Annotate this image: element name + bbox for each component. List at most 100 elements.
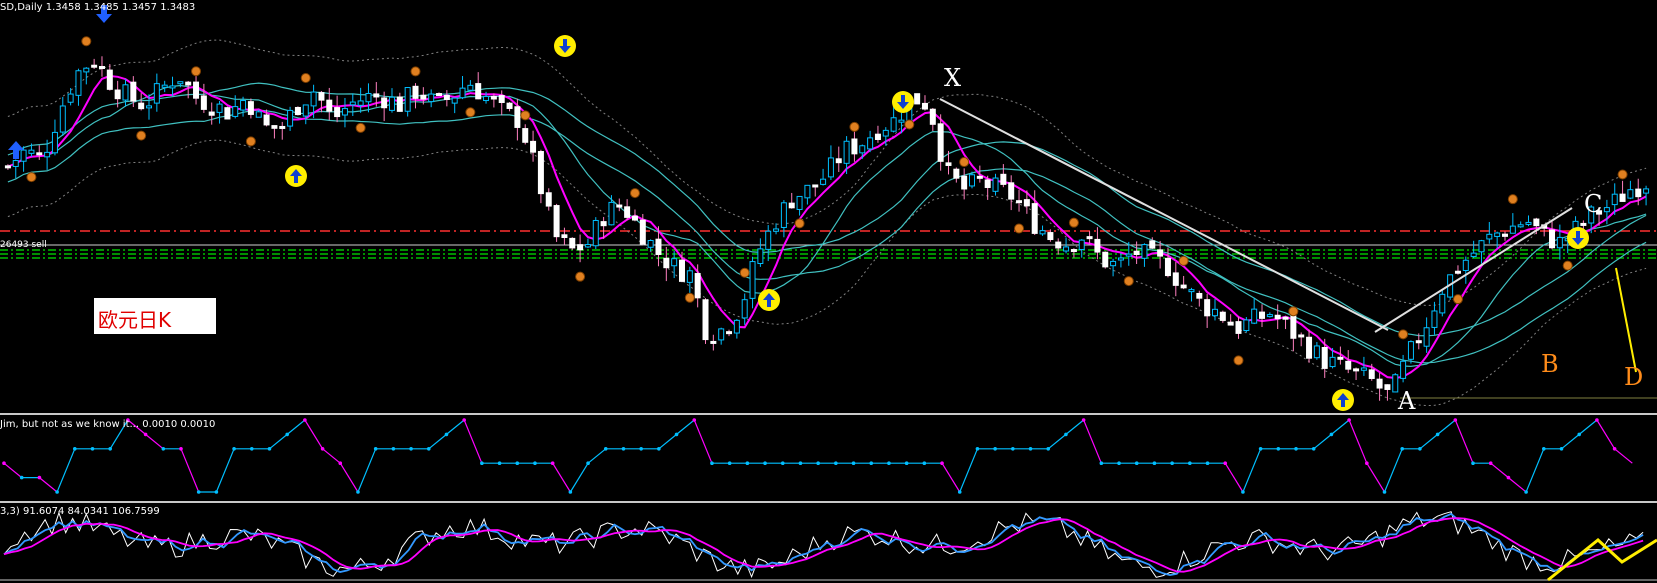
candle-body (1290, 315, 1297, 339)
candle-body (514, 106, 521, 128)
candle-body (1243, 319, 1250, 332)
indicator1-segment (180, 448, 200, 493)
pattern-line-ac (1374, 207, 1573, 333)
indicator1-dot (1205, 461, 1210, 466)
candle-body (545, 192, 552, 207)
candle-body (592, 219, 599, 247)
indicator1-segment (1454, 419, 1474, 464)
indicator1-segment (339, 462, 359, 493)
indicator1-dot (214, 490, 219, 494)
oscillator-main (3, 512, 1644, 577)
indicator1-segment (1065, 419, 1085, 435)
candle-body (459, 87, 466, 99)
candle-body (67, 93, 74, 103)
fractal-dot (904, 119, 915, 130)
indicator1-dot (745, 461, 750, 466)
indicator1-segment (1224, 462, 1244, 493)
candle-body (773, 228, 780, 232)
candle-body (1180, 284, 1187, 289)
indicator1-plot (2, 418, 1633, 494)
candlesticks (4, 56, 1650, 401)
indicator1-segment (1419, 433, 1438, 450)
candle-body (678, 259, 685, 282)
indicator1-dot (975, 447, 980, 451)
candle-body (1376, 378, 1383, 389)
indicator1-dot (780, 461, 785, 466)
chart-canvas (0, 5, 1657, 582)
indicator1-dot (1524, 490, 1528, 494)
envelope-bands (7, 39, 1647, 407)
candle-body (647, 240, 654, 248)
indicator1-dot (356, 490, 360, 494)
candle-body (1400, 360, 1407, 379)
candle-body (530, 140, 537, 153)
indicator1-segment (1561, 433, 1580, 450)
indicator1-dot (196, 490, 201, 494)
indicator1-segment (269, 433, 288, 450)
candle-body (1549, 229, 1556, 249)
indicator1-segment (1508, 477, 1527, 493)
candle-body (483, 95, 490, 102)
candle-body (1439, 293, 1446, 314)
title-box: 欧元日K (94, 298, 216, 334)
candle-body (827, 157, 834, 178)
candle-body (232, 106, 239, 117)
candle-body (153, 83, 160, 104)
candle-body (373, 93, 380, 98)
candle-body (208, 111, 215, 116)
indicator1-dot (816, 461, 820, 466)
indicator1-dot (161, 447, 166, 451)
candle-body (1643, 188, 1650, 194)
fractal-dot (245, 136, 256, 147)
indicator1-dot (1471, 461, 1475, 466)
candle-body (1259, 311, 1266, 319)
indicator1-segment (1614, 448, 1633, 464)
indicator1-segment (569, 462, 589, 493)
candle-body (663, 257, 670, 269)
fractal-dot (81, 36, 92, 47)
indicator1-dot (763, 461, 767, 466)
candle-body (577, 244, 584, 251)
candle-body (1360, 367, 1367, 371)
indicator1-dot (232, 447, 236, 451)
indicator1-dot (1612, 447, 1617, 451)
indicator1-dot (1099, 461, 1104, 466)
candle-body (130, 81, 137, 102)
candle-body (255, 111, 262, 118)
indicator1-dot (887, 461, 891, 466)
indicator1-dot (320, 447, 325, 451)
indicator1-dot (1595, 418, 1599, 422)
candle-body (733, 319, 740, 334)
candle-body (522, 128, 529, 143)
candle-body (757, 248, 764, 264)
candle-body (835, 158, 842, 164)
candle-body (1423, 327, 1430, 347)
indicator1-dot (603, 447, 608, 451)
candle-body (396, 96, 403, 112)
candle-body (51, 131, 58, 154)
candle-body (412, 85, 419, 99)
candle-body (1470, 252, 1477, 258)
candle-body (1306, 336, 1313, 359)
indicator1-dot (462, 418, 466, 422)
candle-body (1368, 369, 1375, 379)
indicator1-dot (586, 461, 590, 466)
indicator1-segment (322, 448, 341, 464)
fractal-dot (1562, 260, 1573, 271)
candle-body (1133, 250, 1140, 255)
fractal-dot (300, 72, 311, 83)
candle-body (584, 244, 591, 248)
pattern-label-x: X (944, 64, 962, 92)
indicator1-dot (1311, 447, 1316, 451)
fractal-dot (191, 66, 202, 77)
fractal-dot (739, 267, 750, 278)
indicator1-segment (552, 462, 571, 493)
candle-body (741, 299, 748, 319)
candle-body (1345, 360, 1352, 370)
indicator1-dot (37, 475, 42, 480)
indicator1-dot (1542, 447, 1546, 451)
candle-body (553, 205, 560, 238)
indicator1-dot (267, 447, 272, 451)
candle-body (898, 119, 905, 123)
candle-body (851, 138, 858, 155)
